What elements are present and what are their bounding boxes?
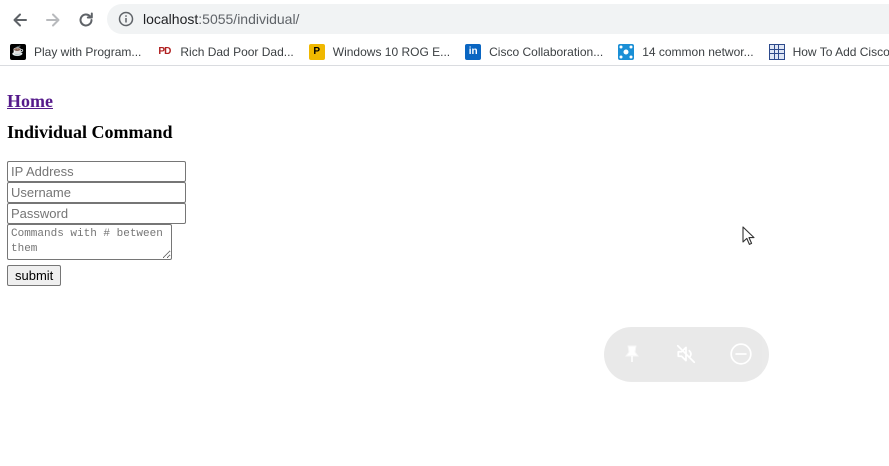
url-host: localhost [143, 11, 199, 27]
bookmark-label: Play with Program... [34, 44, 142, 59]
bookmark-item[interactable]: How To Add Cisco [768, 43, 889, 60]
address-bar[interactable]: localhost:5055/individual/ [107, 4, 889, 34]
bookmark-label: How To Add Cisco [792, 44, 889, 59]
bookmark-label: Windows 10 ROG E... [332, 44, 451, 59]
bookmarks-bar: ☕ Play with Program... PD Rich Dad Poor … [0, 38, 889, 66]
url-text: localhost:5055/individual/ [143, 11, 299, 27]
page-title: Individual Command [7, 122, 173, 142]
bookmark-item[interactable]: ☕ Play with Program... [10, 43, 142, 60]
bookmark-item[interactable]: 14 common networ... [618, 43, 754, 60]
username-input[interactable] [7, 182, 186, 203]
grid-icon [768, 43, 785, 60]
forward-button[interactable] [40, 7, 66, 33]
rog-icon: P [308, 43, 325, 60]
home-link[interactable]: Home [7, 90, 186, 112]
minimize-button[interactable] [728, 341, 754, 367]
bookmark-item[interactable]: PD Rich Dad Poor Dad... [156, 44, 293, 60]
mute-button[interactable] [673, 341, 699, 367]
password-input[interactable] [7, 203, 186, 224]
ip-address-input[interactable] [7, 161, 186, 182]
reload-icon [79, 12, 93, 27]
page-content: Home Individual Command submit [7, 90, 186, 286]
pin-icon [625, 345, 639, 362]
browser-toolbar: localhost:5055/individual/ [0, 0, 889, 38]
network-icon [618, 43, 635, 60]
java-icon: ☕ [10, 43, 26, 60]
bookmark-label: 14 common networ... [642, 44, 754, 59]
bookmark-label: Cisco Collaboration... [489, 44, 604, 59]
submit-button[interactable]: submit [7, 265, 62, 286]
forward-arrow-icon [46, 13, 60, 27]
pd-icon: PD [158, 46, 171, 57]
recorder-overlay [604, 327, 769, 382]
bookmark-label: Rich Dad Poor Dad... [180, 44, 294, 59]
command-form: submit [7, 161, 186, 286]
pin-button[interactable] [619, 341, 645, 367]
linkedin-icon: in [465, 43, 482, 60]
minus-icon [730, 343, 752, 365]
mouse-cursor-icon [742, 226, 755, 245]
bookmark-item[interactable]: in Cisco Collaboration... [465, 43, 604, 60]
reload-button[interactable] [73, 7, 99, 33]
url-path: :5055/individual/ [198, 11, 300, 27]
bookmark-item[interactable]: P Windows 10 ROG E... [308, 43, 451, 60]
back-arrow-icon [13, 13, 27, 27]
back-button[interactable] [7, 7, 33, 33]
commands-textarea[interactable] [7, 224, 172, 260]
info-icon[interactable] [118, 11, 134, 27]
mute-icon [676, 344, 696, 364]
